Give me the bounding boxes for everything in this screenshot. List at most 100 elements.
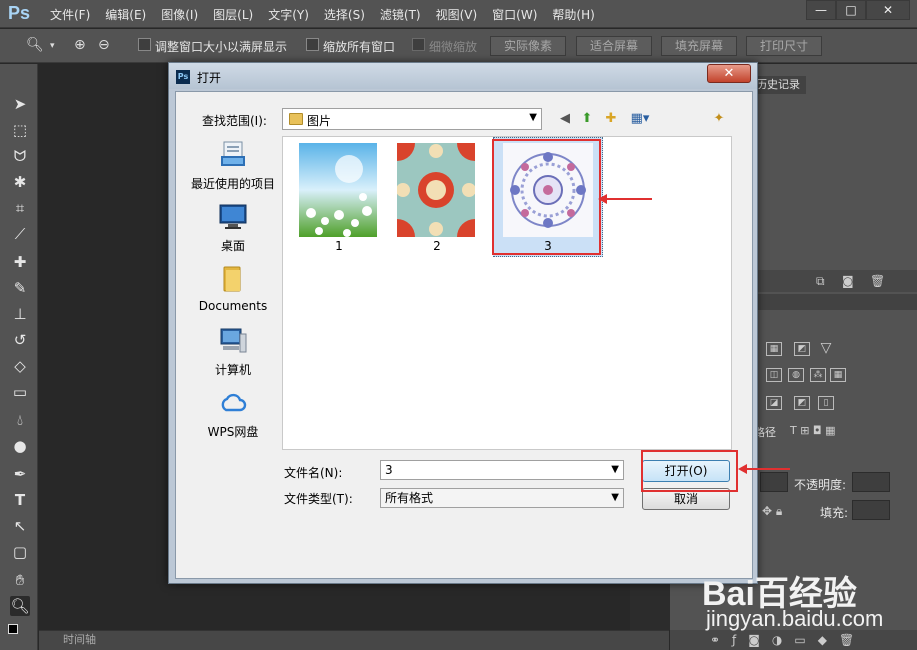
type-tool-icon[interactable]: T (10, 490, 30, 510)
fill-dropdown[interactable] (852, 500, 890, 520)
zoom-tool-icon[interactable]: 🔍︎ (26, 37, 44, 53)
opacity-label: 不透明度: (794, 478, 847, 492)
stamp-tool-icon[interactable]: ⊥ (10, 304, 30, 324)
fill-screen-button[interactable]: 填充屏幕 (661, 36, 737, 56)
menu-edit[interactable]: 编辑(E) (105, 6, 146, 23)
menu-filter[interactable]: 滤镜(T) (380, 6, 421, 23)
filetype-select[interactable]: 所有格式 ▼ (380, 488, 624, 508)
lock-icon[interactable]: ✥ 🔒︎ (762, 504, 782, 519)
gradient-tool-icon[interactable]: ▭ (10, 382, 30, 402)
file-thumbnail-2 (397, 143, 475, 237)
print-size-button[interactable]: 打印尺寸 (746, 36, 822, 56)
marquee-tool-icon[interactable]: ⬚ (10, 120, 30, 140)
place-documents[interactable]: Documents (188, 264, 278, 313)
chevron-down-icon[interactable]: ▾ (50, 41, 55, 51)
annotation-open-box (641, 450, 738, 492)
eraser-icon[interactable]: ◇ (10, 356, 30, 376)
magic-wand-icon[interactable]: ✱ (10, 172, 30, 192)
adjustment-mixer-icon[interactable]: ⁂ (810, 368, 826, 382)
menu-layer[interactable]: 图层(L) (213, 6, 253, 23)
file-label-1: 1 (335, 239, 343, 253)
filename-input[interactable]: 3 ▼ (380, 460, 624, 480)
scrubby-zoom-label: 细微缩放 (429, 40, 478, 54)
menu-type[interactable]: 文字(Y) (268, 6, 309, 23)
adjustment-lookup-icon[interactable]: ▦ (830, 368, 846, 382)
filetype-value: 所有格式 (385, 491, 434, 505)
chevron-down-icon[interactable]: ▼ (611, 489, 619, 507)
adjustment-curves-icon[interactable]: ◩ (794, 342, 810, 356)
brush-tool-icon[interactable]: ✎ (10, 278, 30, 298)
move-tool-icon[interactable]: ➤ (10, 94, 30, 114)
fill-label: 填充: (820, 506, 849, 520)
adjustment-photo-icon[interactable]: ◍ (788, 368, 804, 382)
menu-help[interactable]: 帮助(H) (552, 6, 594, 23)
pen-tool-icon[interactable]: ✒ (10, 464, 30, 484)
zoom-all-checkbox[interactable] (306, 38, 319, 51)
foreground-color-swatch[interactable] (8, 624, 18, 634)
eyedropper-icon[interactable]: ⟋ (10, 224, 30, 244)
trash-icon[interactable]: 🗑︎ (870, 274, 885, 288)
layer-filter-icons[interactable]: T ⊞ ◘ ▦ (790, 424, 836, 437)
timeline-tab[interactable]: 时间轴 (39, 630, 669, 650)
dialog-titlebar[interactable]: Ps 打开 ✕ (169, 63, 757, 89)
opacity-dropdown[interactable] (852, 472, 890, 492)
lasso-tool-icon[interactable]: ᗢ (10, 146, 30, 166)
menu-select[interactable]: 选择(S) (324, 6, 365, 23)
look-in-combo[interactable]: 图片 ▼ (282, 108, 542, 130)
zoom-tool-icon[interactable]: 🔍︎ (10, 596, 30, 616)
adjustment-colorbal-icon[interactable]: ◫ (766, 368, 782, 382)
dodge-tool-icon[interactable]: ● (10, 436, 30, 456)
resize-windows-checkbox[interactable] (138, 38, 151, 51)
history-brush-icon[interactable]: ↺ (10, 330, 30, 350)
crop-tool-icon[interactable]: ⌗ (10, 198, 30, 218)
menu-file[interactable]: 文件(F) (50, 6, 90, 23)
places-bar: 最近使用的项目 桌面 Documents 计算机 WPS网盘 (188, 136, 278, 532)
scrubby-zoom-checkbox[interactable] (412, 38, 425, 51)
place-desktop[interactable]: 桌面 (188, 202, 278, 254)
menu-window[interactable]: 窗口(W) (492, 6, 537, 23)
place-recent-label: 最近使用的项目 (190, 177, 275, 191)
up-folder-icon[interactable]: ⬆ (578, 110, 596, 128)
filename-label: 文件名(N): (284, 466, 343, 480)
adjustment-triangle-icon[interactable]: ▽ (818, 341, 834, 356)
view-menu-icon[interactable]: ▦▾ (626, 110, 654, 128)
blend-dropdown[interactable] (760, 472, 788, 492)
history-tab[interactable]: 历史记录 (750, 76, 806, 94)
place-wps-cloud[interactable]: WPS网盘 (188, 388, 278, 440)
place-documents-label: Documents (198, 299, 268, 313)
adjustment-threshold-icon[interactable]: ◩ (794, 396, 810, 410)
folder-icon (223, 266, 241, 292)
zoom-in-icon[interactable]: ⊕ (74, 37, 86, 53)
menu-image[interactable]: 图像(I) (161, 6, 198, 23)
close-button[interactable]: ✕ (866, 0, 910, 20)
adjustment-posterize-icon[interactable]: ◪ (766, 396, 782, 410)
fit-screen-button[interactable]: 适合屏幕 (576, 36, 652, 56)
actual-pixels-button[interactable]: 实际像素 (490, 36, 566, 56)
favorite-folder-icon[interactable]: ✦ (710, 110, 728, 128)
menu-view[interactable]: 视图(V) (436, 6, 478, 23)
place-recent[interactable]: 最近使用的项目 (188, 140, 278, 192)
adjustment-levels-icon[interactable]: ▦ (766, 342, 782, 356)
zoom-out-icon[interactable]: ⊖ (98, 37, 110, 53)
healing-brush-icon[interactable]: ✚ (10, 252, 30, 272)
cloud-icon (221, 393, 247, 412)
new-folder-icon[interactable]: ✚ (602, 110, 620, 128)
minimize-button[interactable]: — (806, 0, 836, 20)
filename-value: 3 (385, 463, 393, 477)
camera-icon[interactable]: ◙ (842, 274, 854, 288)
chevron-down-icon[interactable]: ▼ (611, 461, 619, 479)
maximize-button[interactable]: □ (836, 0, 866, 20)
place-computer[interactable]: 计算机 (188, 326, 278, 378)
adjustment-gradient-icon[interactable]: ▯ (818, 396, 834, 410)
look-in-label: 查找范围(I): (202, 114, 267, 128)
dialog-title: 打开 (197, 71, 222, 85)
path-select-icon[interactable]: ↖ (10, 516, 30, 536)
hand-tool-icon[interactable]: ✋︎ (10, 570, 30, 590)
dialog-close-button[interactable]: ✕ (707, 64, 751, 83)
shape-tool-icon[interactable]: ▢ (10, 542, 30, 562)
new-snapshot-icon[interactable]: ⧉ (816, 274, 825, 289)
back-icon[interactable]: ◀ (556, 110, 574, 128)
tools-panel: ➤ ⬚ ᗢ ✱ ⌗ ⟋ ✚ ✎ ⊥ ↺ ◇ ▭ 💧︎ ● ✒ T ↖ ▢ ✋︎ … (0, 64, 38, 650)
place-desktop-label: 桌面 (220, 239, 245, 253)
blur-tool-icon[interactable]: 💧︎ (10, 410, 30, 430)
